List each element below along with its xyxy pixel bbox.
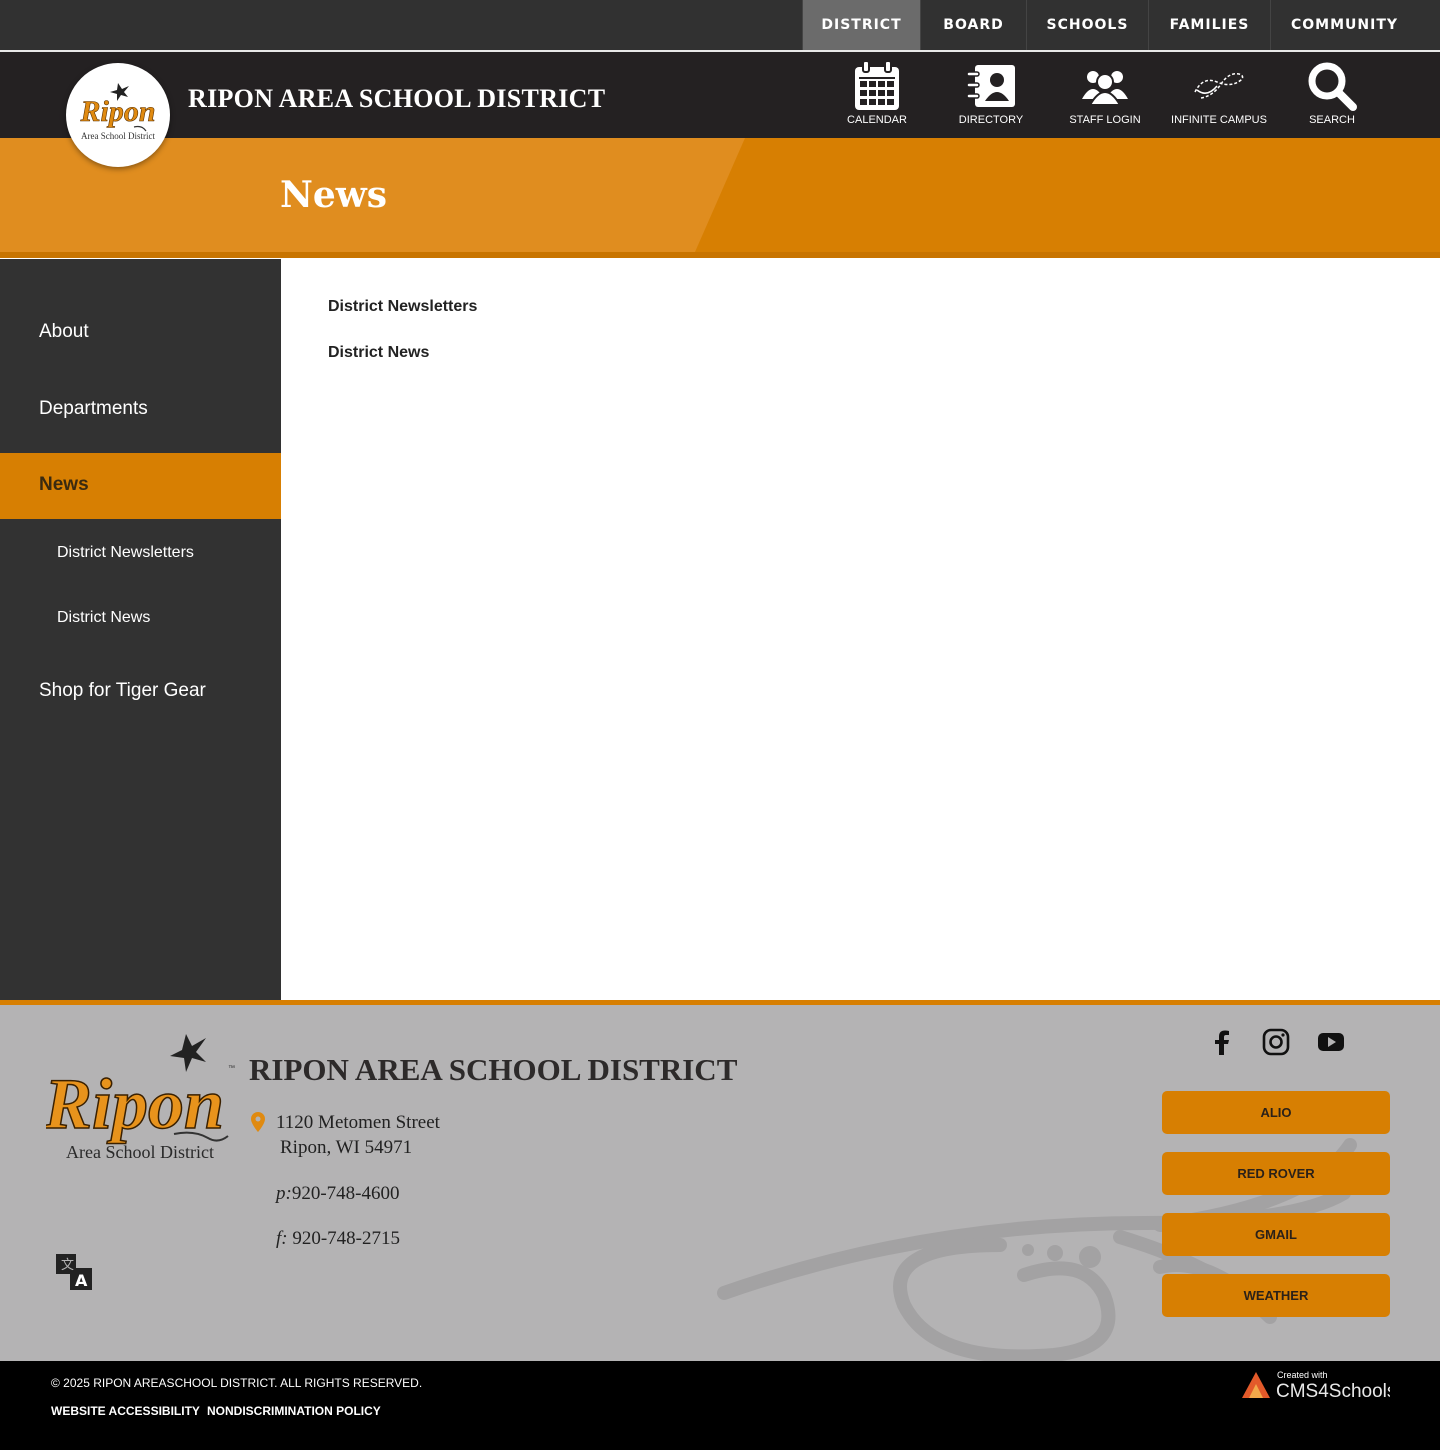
sidebar-subitem-district-newsletters[interactable]: District Newsletters: [0, 544, 281, 566]
sidebar-item-about[interactable]: About: [0, 321, 281, 345]
translate-icon[interactable]: 文 A: [55, 1253, 93, 1291]
alio-button[interactable]: ALIO: [1162, 1091, 1390, 1134]
tab-board[interactable]: BOARD: [920, 0, 1026, 50]
page-banner: [0, 138, 1440, 258]
fax-number: 920-748-2715: [287, 1228, 401, 1249]
footer-fax: f: 920-748-2715: [276, 1228, 400, 1250]
quick-link-search[interactable]: SEARCH: [1277, 58, 1387, 126]
quick-link-label: SEARCH: [1309, 114, 1355, 126]
content-link-district-news[interactable]: District News: [328, 344, 429, 362]
staff-group-icon: [1082, 71, 1128, 106]
facebook-icon[interactable]: [1207, 1027, 1237, 1057]
sidebar-item-label: Departments: [39, 398, 148, 419]
footer-address-line2: Ripon, WI 54971: [280, 1137, 413, 1158]
svg-text:Ripon: Ripon: [46, 1064, 224, 1144]
footer-phone[interactable]: p:920-748-4600: [276, 1183, 399, 1205]
youtube-icon[interactable]: [1316, 1027, 1346, 1057]
red-rover-button[interactable]: RED ROVER: [1162, 1152, 1390, 1195]
svg-text:™: ™: [228, 1065, 235, 1072]
tab-families[interactable]: FAMILIES: [1148, 0, 1270, 50]
map-pin-icon: [251, 1112, 265, 1132]
gmail-button[interactable]: GMAIL: [1162, 1213, 1390, 1256]
cms4schools-badge[interactable]: Created with CMS4Schools: [1240, 1368, 1390, 1402]
search-icon: [1308, 62, 1357, 111]
ripon-logo-icon: Ripon Area School District: [79, 83, 156, 141]
svg-text:文: 文: [61, 1258, 74, 1273]
header-logo[interactable]: Ripon Area School District: [66, 63, 170, 167]
content-link-district-newsletters[interactable]: District Newsletters: [328, 298, 477, 316]
svg-text:Created with: Created with: [1277, 1370, 1328, 1380]
quick-link-label: STAFF LOGIN: [1069, 114, 1141, 126]
quick-link-staff-login[interactable]: STAFF LOGIN: [1050, 58, 1160, 126]
sidebar-nav: About Departments News District Newslett…: [0, 259, 281, 1000]
site-title[interactable]: RIPON AREA SCHOOL DISTRICT: [188, 84, 605, 114]
quick-link-label: CALENDAR: [847, 114, 907, 126]
sidebar-item-label: District Newsletters: [57, 544, 194, 561]
phone-number: 920-748-4600: [291, 1183, 400, 1204]
page-title: News: [280, 174, 388, 216]
sidebar-item-shop-tiger-gear[interactable]: Shop for Tiger Gear: [0, 680, 281, 704]
sidebar-item-label: About: [39, 321, 89, 342]
svg-text:Area School District: Area School District: [81, 131, 155, 141]
quick-link-calendar[interactable]: CALENDAR: [822, 58, 932, 126]
quick-link-infinite-campus[interactable]: INFINITE CAMPUS: [1164, 58, 1274, 126]
footer-logo[interactable]: Ripon Area School District ™: [46, 1030, 238, 1165]
sidebar-subitem-district-news[interactable]: District News: [0, 609, 281, 631]
instagram-icon[interactable]: [1261, 1027, 1291, 1057]
quick-link-label: DIRECTORY: [958, 114, 1024, 126]
footer-address-line1: 1120 Metomen Street: [276, 1112, 440, 1133]
sidebar-item-departments[interactable]: Departments: [0, 398, 281, 422]
fax-prefix: f:: [276, 1228, 288, 1249]
svg-text:A: A: [75, 1271, 88, 1290]
tab-schools[interactable]: SCHOOLS: [1026, 0, 1148, 50]
tab-district[interactable]: DISTRICT: [802, 0, 920, 50]
website-accessibility-link[interactable]: WEBSITE ACCESSIBILITY: [51, 1404, 200, 1418]
sidebar-item-news[interactable]: News: [0, 453, 281, 519]
svg-text:CMS4Schools: CMS4Schools: [1276, 1381, 1390, 1402]
directory-icon: [966, 65, 1015, 107]
svg-text:Area School District: Area School District: [66, 1142, 214, 1162]
sidebar-item-label: District News: [57, 609, 151, 626]
sidebar-item-label: Shop for Tiger Gear: [39, 680, 206, 701]
nondiscrimination-policy-link[interactable]: NONDISCRIMINATION POLICY: [207, 1404, 381, 1418]
weather-button[interactable]: WEATHER: [1162, 1274, 1390, 1317]
quick-link-directory[interactable]: DIRECTORY: [936, 58, 1046, 126]
banner-decoration: [0, 138, 1440, 258]
quick-link-label: INFINITE CAMPUS: [1171, 114, 1267, 126]
top-nav-bar: DISTRICT BOARD SCHOOLS FAMILIES COMMUNIT…: [0, 0, 1440, 52]
sidebar-item-label: News: [39, 474, 89, 495]
top-nav-tabs: DISTRICT BOARD SCHOOLS FAMILIES COMMUNIT…: [802, 0, 1418, 50]
infinite-campus-icon: [1194, 72, 1244, 99]
footer-title: RIPON AREA SCHOOL DISTRICT: [249, 1052, 738, 1087]
svg-text:Ripon: Ripon: [79, 95, 155, 128]
phone-prefix: p:: [276, 1183, 292, 1204]
tab-community[interactable]: COMMUNITY: [1270, 0, 1418, 50]
ripon-logo-icon: Ripon Area School District ™: [46, 1034, 235, 1162]
calendar-icon: [855, 60, 899, 110]
copyright-text: © 2025 RIPON AREASCHOOL DISTRICT. ALL RI…: [51, 1376, 423, 1390]
